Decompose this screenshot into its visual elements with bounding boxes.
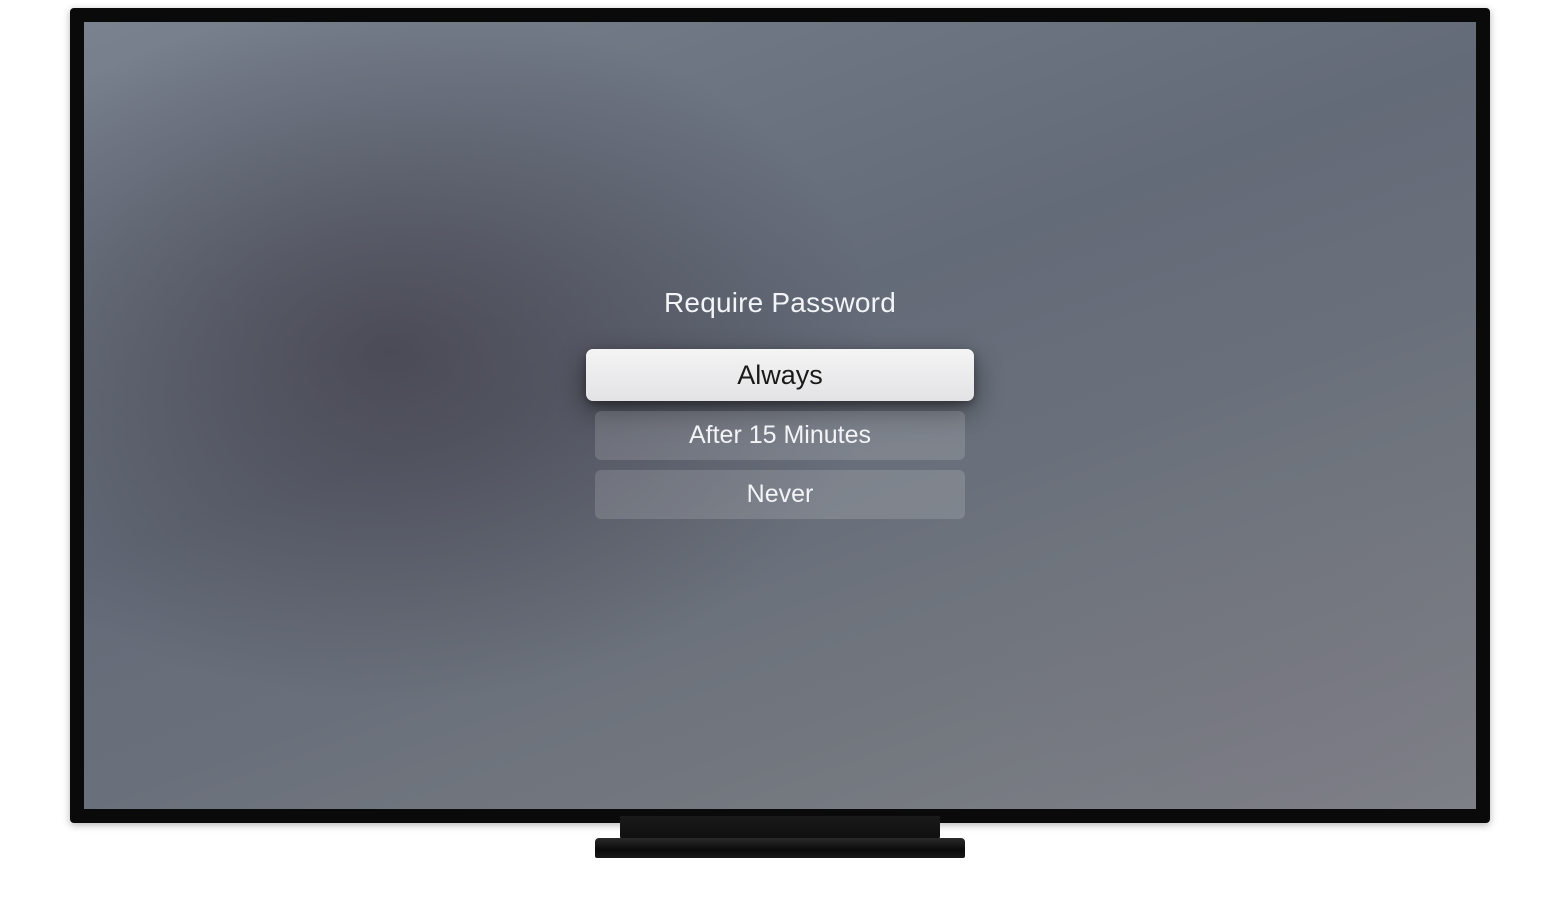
option-list: Always After 15 Minutes Never: [580, 349, 980, 519]
tv-stand-base: [595, 838, 965, 858]
option-after-15-minutes[interactable]: After 15 Minutes: [595, 411, 965, 460]
tv-screen: Require Password Always After 15 Minutes…: [84, 22, 1476, 809]
option-always[interactable]: Always: [586, 349, 974, 401]
require-password-dialog: Require Password Always After 15 Minutes…: [580, 287, 980, 519]
tv-stand: [595, 816, 965, 858]
tv-frame: Require Password Always After 15 Minutes…: [70, 8, 1490, 858]
tv-bezel: Require Password Always After 15 Minutes…: [70, 8, 1490, 823]
option-never[interactable]: Never: [595, 470, 965, 519]
option-label: After 15 Minutes: [689, 421, 871, 450]
dialog-title: Require Password: [664, 287, 896, 319]
option-label: Always: [737, 360, 823, 391]
option-label: Never: [747, 480, 814, 509]
